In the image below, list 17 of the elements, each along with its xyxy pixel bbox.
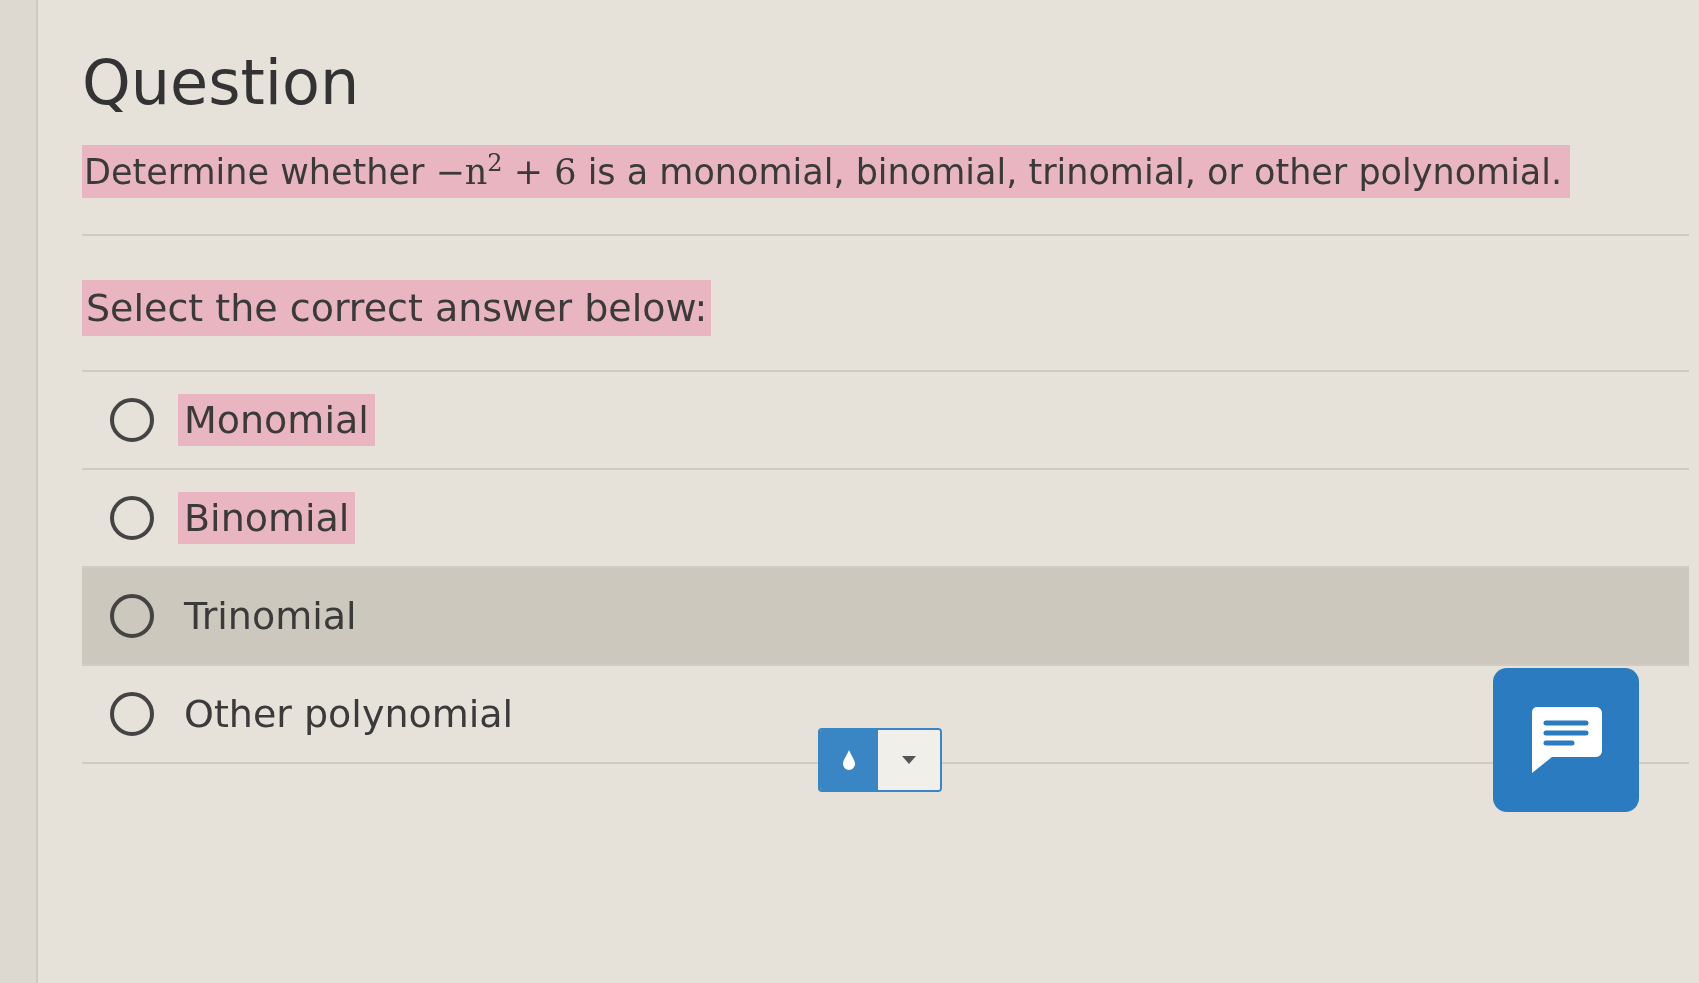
option-label: Other polynomial [183,690,515,738]
option-label: Binomial [178,491,356,544]
caret-icon [902,756,916,764]
answer-option[interactable]: Trinomial [82,567,1689,666]
chat-button[interactable] [1493,668,1639,812]
question-heading: Question [82,45,361,121]
radio-button[interactable] [110,691,154,736]
instruction-text: Select the correct answer below: [82,279,712,336]
radio-button[interactable] [110,495,154,540]
radio-button[interactable] [110,397,154,442]
radio-button[interactable] [110,593,154,638]
highlighter-button[interactable] [818,728,942,792]
question-text: Determine whether −n$^{2}$ + 6 is a monomial, binomial, trinomial, or other polynomial. [82,145,1571,198]
drop-icon [842,749,856,771]
option-label: Trinomial [183,592,358,640]
answer-option[interactable]: Monomial [82,371,1689,470]
option-label: Monomial [178,393,375,446]
